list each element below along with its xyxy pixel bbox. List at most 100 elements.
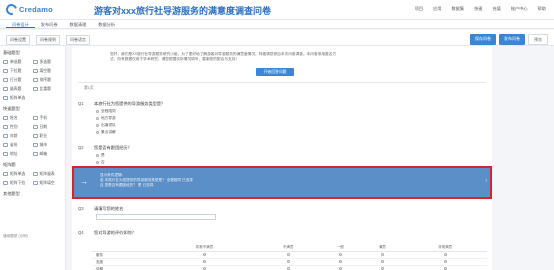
sidebar-item-province[interactable]: 省份 <box>3 141 33 149</box>
option-radio[interactable]: 出境领队 <box>96 123 116 128</box>
matrix-scale-icon <box>32 172 38 176</box>
matrix-icon <box>3 96 8 100</box>
app-logo[interactable]: Credamo <box>3 1 53 18</box>
tab-data-clean[interactable]: 数据清理 <box>64 20 93 28</box>
sidebar-item-single-choice[interactable]: 单选题 <box>3 58 33 66</box>
survey-intro[interactable]: 您好，我们是XX旅行社导游服务研究小组，为了更好地了解游客对导游服务的满意度情况… <box>110 52 340 62</box>
briefcase-icon <box>32 134 38 138</box>
publish-survey-button[interactable]: 发布问卷 <box>499 34 525 45</box>
sidebar-item-dropdown[interactable]: 下拉题 <box>3 67 33 75</box>
sidebar-item-sort[interactable]: 排序题 <box>32 76 63 84</box>
phone-icon <box>32 116 38 120</box>
sidebar-item-fill-blank[interactable]: 填空题 <box>32 67 63 75</box>
sidebar-item-job[interactable]: 职业 <box>32 132 63 140</box>
sidebar-item-multi-choice[interactable]: 多选题 <box>32 58 63 66</box>
radio-icon[interactable] <box>338 260 342 263</box>
fill-blank-icon <box>32 69 38 73</box>
survey-canvas: 您好，我们是XX旅行社导游服务研究小组，为了更好地了解游客对导游服务的满意度情况… <box>72 46 492 270</box>
survey-rules-button[interactable]: 问卷规则 <box>36 35 60 45</box>
top-nav: 项目 应用 数据集 快速 充值 账户中心 帮助 <box>415 6 546 12</box>
radio-icon[interactable] <box>443 253 447 256</box>
sidebar-item-matrix-fill[interactable]: 矩阵填空 <box>32 179 63 187</box>
survey-settings-button[interactable]: 问卷设置 <box>6 35 30 45</box>
sidebar-item-matrix-single-2[interactable]: 矩阵单选 <box>3 170 33 178</box>
radio-icon[interactable] <box>380 253 384 256</box>
age-icon <box>3 134 8 138</box>
matrix-header: 一般 <box>319 244 362 252</box>
option-radio[interactable]: 否 <box>96 160 105 165</box>
option-radio[interactable]: 是 <box>96 153 105 158</box>
question-title[interactable]: 您对导游的评价如何？ <box>94 230 136 236</box>
option-radio[interactable]: 景点讲解 <box>96 130 116 135</box>
sidebar-footer[interactable]: 通用题型 (示例) <box>3 234 28 239</box>
radio-icon[interactable] <box>380 260 384 263</box>
sidebar-item-matrix-dropdown[interactable]: 矩阵下拉 <box>3 179 33 187</box>
radio-icon <box>96 110 99 113</box>
radio-icon[interactable] <box>286 260 290 263</box>
sidebar-item-rating[interactable]: 打分题 <box>3 76 33 84</box>
topnav-item[interactable]: 帮助 <box>538 6 546 12</box>
display-logic-card[interactable]: → 显示条件逻辑： 若 本旅行社为您提供的导游服务类型是？ 全程陪同 已选择 且… <box>72 166 492 199</box>
question-title[interactable]: 请填写您的姓名 <box>94 206 123 212</box>
option-radio[interactable]: 地方导游 <box>96 116 116 121</box>
question-number: Q2 <box>78 145 84 150</box>
question-title[interactable]: 本旅行社为您提供的导游服务类型是？ <box>94 101 165 107</box>
topnav-item[interactable]: 充值 <box>492 6 500 12</box>
topnav-item[interactable]: 数据集 <box>451 6 464 12</box>
question-number: Q3 <box>78 206 84 211</box>
survey-language-button[interactable]: 问卷语言 <box>66 35 90 45</box>
matrix-table: 非常不满意 不满意 一般 满意 非常满意 服务 态度 讲解 <box>92 244 487 270</box>
sidebar-item-scale[interactable]: 量表题 <box>3 85 33 93</box>
sidebar-section-title: 基础题型 <box>3 50 20 55</box>
question-type-sidebar: 基础题型 单选题 多选题 下拉题 填空题 打分题 排序题 量表题 比重题 矩阵单… <box>0 46 66 270</box>
scale-icon <box>3 87 8 91</box>
sidebar-section-title: 矩阵题 <box>3 162 16 167</box>
sidebar-item-age[interactable]: 年龄 <box>3 132 33 140</box>
topnav-item[interactable]: 账户中心 <box>511 6 528 12</box>
preview-button[interactable]: 预览 <box>528 34 548 45</box>
radio-icon[interactable] <box>202 253 206 256</box>
topnav-item[interactable]: 项目 <box>415 6 423 12</box>
chevron-down-icon[interactable]: › <box>485 178 487 184</box>
rating-icon <box>3 78 8 82</box>
option-radio[interactable]: 全程陪同 <box>96 109 116 114</box>
sidebar-item-date[interactable]: 日期 <box>32 123 63 131</box>
sidebar-item-matrix-single[interactable]: 矩阵单选 <box>3 94 33 102</box>
survey-title[interactable]: 游客对xxx旅行社导游服务的满意度调查问卷 <box>94 4 271 17</box>
matrix-row: 态度 <box>92 258 487 266</box>
radio-icon[interactable] <box>286 253 290 256</box>
matrix-header <box>92 244 152 252</box>
sidebar-item-matrix-scale[interactable]: 矩阵量表 <box>32 170 63 178</box>
radio-icon[interactable] <box>338 253 342 256</box>
tab-design[interactable]: 问卷设计 <box>6 20 35 28</box>
matrix-single-icon <box>3 172 8 176</box>
sidebar-item-gender[interactable]: 性别 <box>3 123 33 131</box>
question-title[interactable]: 您是否有跟团经历？ <box>94 145 132 151</box>
topnav-item[interactable]: 应用 <box>433 6 441 12</box>
save-survey-button[interactable]: 保存问卷 <box>470 34 496 45</box>
sidebar-item-ratio[interactable]: 比重题 <box>32 85 63 93</box>
tab-publish[interactable]: 发布问卷 <box>35 20 64 28</box>
topnav-item[interactable]: 快速 <box>474 6 482 12</box>
sidebar-item-name[interactable]: 姓名 <box>3 114 33 122</box>
toolbar: 问卷设置 问卷规则 问卷语言 保存问卷 发布问卷 预览 <box>0 30 554 46</box>
sidebar-item-address[interactable]: 地址 <box>3 150 33 158</box>
matrix-row-label: 讲解 <box>92 265 152 270</box>
sidebar-section-title: 其他题型 <box>3 191 20 196</box>
tab-bar: 问卷设计 发布问卷 数据清理 数据分析 <box>0 20 554 29</box>
tab-analysis[interactable]: 数据分析 <box>92 20 121 28</box>
page-label: 第1页 <box>84 86 94 90</box>
start-answer-button[interactable]: 开始回答问题 <box>256 68 294 76</box>
sidebar-item-city[interactable]: 城市 <box>32 141 63 149</box>
radio-icon[interactable] <box>443 260 447 263</box>
multi-choice-icon <box>32 60 38 64</box>
calendar-icon <box>32 125 38 129</box>
radio-icon <box>96 117 99 120</box>
matrix-header: 满意 <box>361 244 404 252</box>
name-input[interactable] <box>96 214 216 220</box>
sidebar-section-title: 快速题型 <box>3 106 20 111</box>
radio-icon[interactable] <box>202 260 206 263</box>
sidebar-item-phone[interactable]: 手机 <box>32 114 63 122</box>
sidebar-item-email[interactable]: 邮箱 <box>32 150 63 158</box>
matrix-header: 非常不满意 <box>152 244 257 252</box>
